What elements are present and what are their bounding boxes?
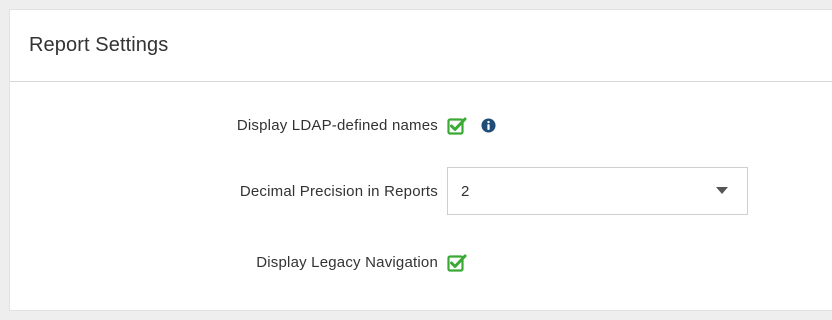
ldap-names-label: Display LDAP-defined names bbox=[236, 116, 438, 134]
report-settings-panel: Report Settings Display LDAP-defined nam… bbox=[9, 9, 832, 311]
ldap-names-checkbox[interactable] bbox=[447, 116, 467, 135]
setting-row-legacy-navigation: Display Legacy Navigation bbox=[10, 247, 467, 277]
decimal-precision-label: Decimal Precision in Reports bbox=[239, 182, 438, 200]
info-circle-icon[interactable] bbox=[481, 117, 496, 133]
checkbox-checked-icon bbox=[447, 117, 467, 135]
decimal-precision-value: 2 bbox=[461, 182, 470, 200]
caret-down-icon bbox=[716, 187, 728, 194]
panel-title: Report Settings bbox=[29, 34, 169, 56]
panel-header: Report Settings bbox=[10, 10, 832, 82]
decimal-precision-select[interactable]: 2 bbox=[447, 167, 748, 215]
setting-row-ldap-names: Display LDAP-defined names bbox=[10, 110, 496, 140]
legacy-navigation-checkbox[interactable] bbox=[447, 253, 467, 272]
checkbox-checked-icon bbox=[447, 254, 467, 272]
legacy-navigation-label: Display Legacy Navigation bbox=[256, 253, 438, 271]
setting-row-decimal-precision: Decimal Precision in Reports 2 bbox=[10, 167, 748, 215]
